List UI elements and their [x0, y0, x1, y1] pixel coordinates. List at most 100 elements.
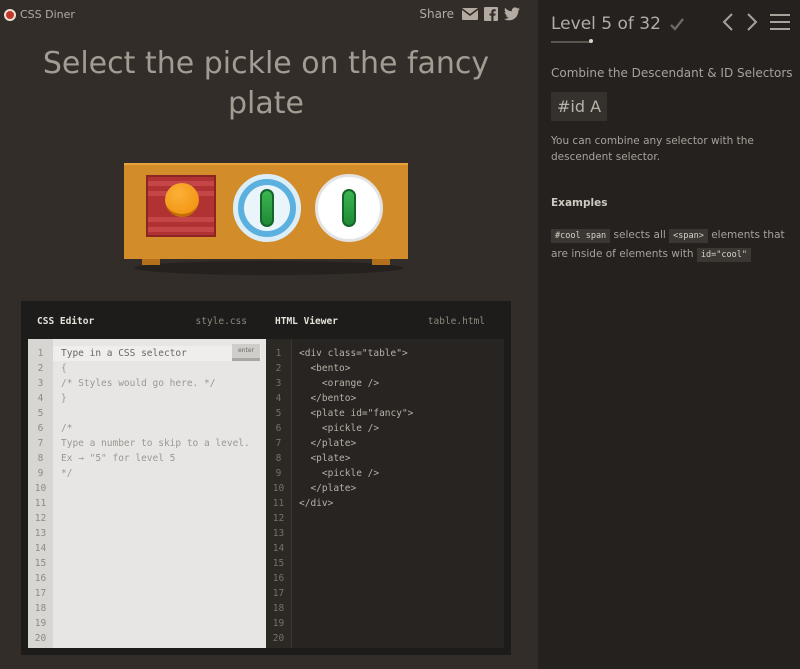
html-code-lines: <div class="table"> <bento> <orange /> <… — [299, 346, 500, 511]
example-code: <span> — [669, 229, 708, 243]
example-code: id="cool" — [696, 248, 751, 262]
hamburger-menu-icon[interactable] — [770, 13, 790, 31]
table-leg — [372, 259, 390, 265]
line-number: 14 — [34, 543, 47, 554]
example-text: selects all — [610, 229, 670, 241]
bento-stripe — [148, 227, 214, 232]
css-code-line: } — [61, 393, 67, 404]
twitter-icon[interactable] — [504, 7, 520, 21]
line-number: 1 — [275, 348, 282, 359]
css-selector-input[interactable] — [53, 346, 261, 361]
facebook-icon[interactable] — [484, 7, 498, 21]
level-indicator: Level 5 of 32 — [551, 14, 661, 34]
line-number: 19 — [34, 618, 47, 629]
pickle-on-fancy-plate[interactable] — [260, 189, 274, 227]
logo-dot-icon — [4, 8, 16, 21]
line-number: 2 — [37, 363, 44, 374]
pickle-on-plate[interactable] — [342, 189, 356, 227]
line-number: 11 — [272, 498, 285, 509]
lesson-selector-syntax: #id A — [551, 92, 608, 121]
lesson-description: You can combine any selector with the de… — [551, 135, 754, 163]
app-logo[interactable]: CSS Diner — [4, 8, 75, 21]
css-pane-title: CSS Editor — [37, 316, 95, 327]
line-number: 6 — [37, 423, 44, 434]
html-code-line: <orange /> — [299, 378, 380, 389]
css-code-line: Ex → "5" for level 5 — [61, 453, 176, 464]
css-code-line: /* — [61, 423, 73, 434]
chevron-right-icon[interactable] — [746, 12, 758, 32]
css-code-line: */ — [61, 468, 73, 479]
top-bar: CSS Diner Share — [0, 0, 538, 30]
line-number: 18 — [272, 603, 285, 614]
line-number: 4 — [37, 393, 44, 404]
line-number: 8 — [275, 453, 282, 464]
html-code-line: </plate> — [299, 438, 357, 449]
css-code-line: Type a number to skip to a level. — [61, 438, 250, 449]
level-header: Level 5 of 32 — [551, 14, 685, 34]
line-number: 14 — [272, 543, 285, 554]
line-number: 6 — [275, 423, 282, 434]
html-code-line: </div> — [299, 498, 334, 509]
html-code-line: </bento> — [299, 393, 357, 404]
html-code-line: </plate> — [299, 483, 357, 494]
table-surface — [124, 163, 408, 259]
example-code: #cool span — [551, 229, 611, 243]
html-code-line: <pickle /> — [299, 468, 380, 479]
dining-table — [124, 163, 414, 275]
css-code-line — [61, 406, 262, 421]
line-number: 19 — [272, 618, 285, 629]
line-number: 3 — [37, 378, 44, 389]
bento-stripe — [148, 217, 214, 222]
share-bar: Share — [419, 7, 520, 21]
line-number: 12 — [34, 513, 47, 524]
bento-box[interactable] — [146, 175, 216, 237]
email-icon[interactable] — [462, 8, 478, 20]
line-number: 16 — [272, 573, 285, 584]
line-number: 8 — [37, 453, 44, 464]
html-viewer-pane: 1 2 3 4 5 6 7 8 9 10 11 12 13 14 15 16 17 18 19 20 <div cla… — [266, 339, 504, 648]
css-code-lines: { /* Styles would go here. */} /* Type a nu… — [61, 346, 262, 481]
css-code-line: /* Styles would go here. */ — [61, 378, 216, 389]
line-number: 9 — [37, 468, 44, 479]
table-shadow — [134, 261, 404, 275]
checkmark-icon — [670, 18, 684, 31]
line-number: 7 — [37, 438, 44, 449]
css-code-line: { — [61, 363, 67, 374]
level-progress-track — [551, 41, 591, 43]
lesson-subtitle: Combine the Descendant & ID Selectors — [551, 66, 793, 80]
example-item: #cool span selects all <span> elements t… — [551, 226, 791, 264]
line-number: 2 — [275, 363, 282, 374]
line-number: 10 — [34, 483, 47, 494]
css-pane-header: CSS Editor style.css — [21, 301, 259, 339]
plain-plate[interactable] — [315, 174, 383, 242]
html-pane-title: HTML Viewer — [275, 316, 338, 327]
line-number: 15 — [34, 558, 47, 569]
line-number: 11 — [34, 498, 47, 509]
css-file-name: style.css — [195, 316, 247, 327]
game-area: CSS Diner Share Select the pickle on the… — [0, 0, 538, 669]
line-number: 4 — [275, 393, 282, 404]
level-instruction: Select the pickle on the fancy plate — [42, 46, 490, 121]
line-number: 20 — [272, 633, 285, 644]
line-number: 13 — [34, 528, 47, 539]
html-code-line: <pickle /> — [299, 423, 380, 434]
fancy-plate[interactable] — [233, 174, 301, 242]
enter-button[interactable]: enter — [232, 344, 260, 361]
table-leg — [142, 259, 160, 265]
line-number: 17 — [34, 588, 47, 599]
html-code-line: <div class="table"> — [299, 348, 408, 359]
line-number: 20 — [34, 633, 47, 644]
html-code-line: <plate> — [299, 453, 351, 464]
line-number: 3 — [275, 378, 282, 389]
line-number: 17 — [272, 588, 285, 599]
html-pane-header: HTML Viewer table.html — [259, 301, 497, 339]
chevron-left-icon[interactable] — [722, 12, 734, 32]
line-number: 12 — [272, 513, 285, 524]
line-number: 18 — [34, 603, 47, 614]
line-number: 16 — [34, 573, 47, 584]
html-line-gutter: 1 2 3 4 5 6 7 8 9 10 11 12 13 14 15 16 17 18 19 20 — [266, 339, 292, 648]
level-progress-marker — [589, 39, 593, 43]
orange[interactable] — [165, 183, 199, 217]
line-number: 5 — [37, 408, 44, 419]
css-line-gutter: 1 2 3 4 5 6 7 8 9 10 11 12 13 14 15 16 17 18 19 20 — [28, 339, 53, 648]
